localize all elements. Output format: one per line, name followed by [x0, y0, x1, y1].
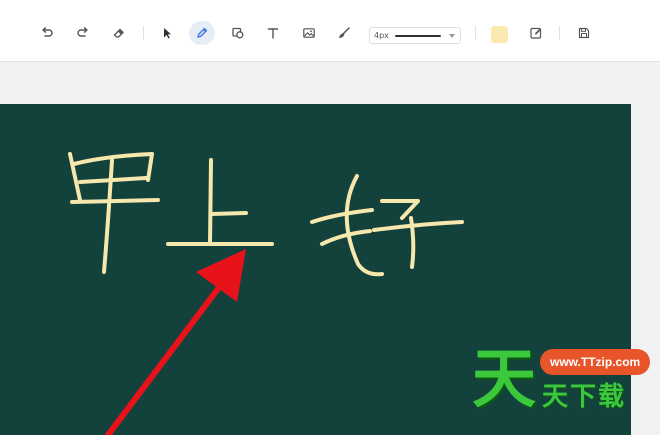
- toolbar-divider: [143, 26, 144, 40]
- undo-button[interactable]: [34, 21, 60, 45]
- select-button[interactable]: [154, 21, 180, 45]
- image-icon: [303, 28, 315, 38]
- image-button[interactable]: [296, 21, 322, 45]
- redo-icon: [77, 27, 88, 37]
- brush-icon: [339, 27, 350, 38]
- drawing-toolbar: 4px: [0, 0, 660, 62]
- stroke-width-select[interactable]: 4px: [369, 27, 461, 44]
- text-button[interactable]: [260, 21, 286, 45]
- stroke-width-label: 4px: [374, 31, 389, 40]
- eraser-icon: [113, 28, 124, 38]
- toolbar-divider: [559, 26, 560, 40]
- save-icon: [578, 27, 590, 39]
- red-arrow: [105, 249, 246, 435]
- pen-button[interactable]: [189, 21, 215, 45]
- redo-button[interactable]: [70, 21, 96, 45]
- edit-note-button[interactable]: [523, 21, 549, 45]
- undo-icon: [42, 27, 53, 37]
- watermark-url: www.TTzip.com: [540, 349, 651, 375]
- brush-button[interactable]: [331, 21, 357, 45]
- cursor-select-icon: [164, 28, 171, 39]
- stroke-width-preview: [395, 35, 441, 37]
- handwritten-text: [68, 152, 464, 277]
- toolbar-divider: [475, 26, 476, 40]
- watermark-big-char: 天: [472, 343, 536, 417]
- watermark-text: 天下载: [542, 382, 627, 412]
- pen-icon: [197, 27, 208, 38]
- edit-note-icon: [530, 27, 542, 39]
- shape-icon: [232, 27, 244, 39]
- drawing-canvas[interactable]: 天 www.TTzip.com 天下载: [0, 104, 651, 435]
- save-button[interactable]: [571, 21, 597, 45]
- fill-color-swatch[interactable]: [491, 26, 508, 43]
- shape-button[interactable]: [225, 21, 251, 45]
- watermark-logo: 天 www.TTzip.com 天下载: [470, 343, 651, 420]
- chevron-down-icon: [449, 34, 455, 38]
- text-icon: [267, 28, 279, 39]
- eraser-button[interactable]: [106, 21, 132, 45]
